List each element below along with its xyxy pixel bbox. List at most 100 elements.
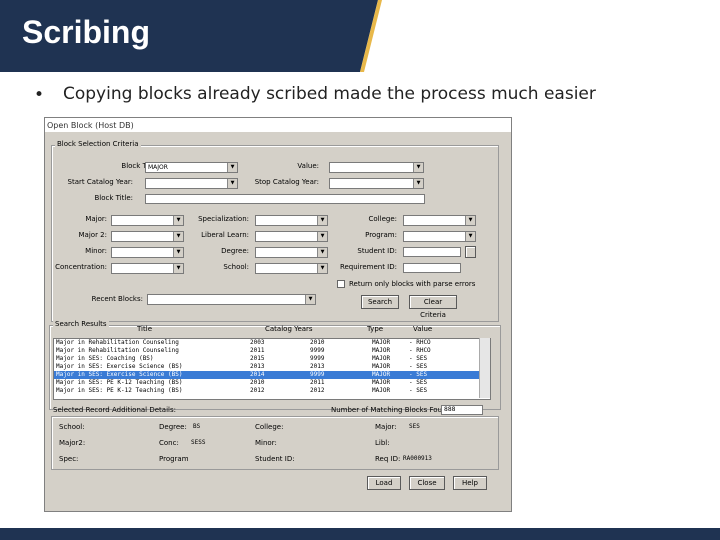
chevron-down-icon: ▼	[227, 163, 237, 172]
table-row[interactable]: Major in SES: PE K-12 Teaching (BS) 2010 2…	[54, 379, 490, 387]
start-year-label: Start Catalog Year:	[67, 178, 134, 186]
chevron-down-icon: ▼	[173, 216, 183, 225]
bullet-text: Copying blocks already scribed made the …	[63, 84, 596, 104]
major2-select[interactable]: ▼	[111, 231, 184, 242]
student-lookup-button[interactable]	[465, 246, 476, 258]
college-select[interactable]: ▼	[403, 215, 476, 226]
detail-degree-value: BS	[193, 423, 201, 430]
table-row[interactable]: Major in SES: Coaching (BS) 2015 9999 MAJOR…	[54, 355, 490, 363]
detail-req-id-value: RA000913	[403, 455, 432, 462]
results-group-label: Search Results	[53, 320, 109, 328]
help-button[interactable]: Help	[453, 476, 487, 490]
clear-criteria-button[interactable]: Clear Criteria	[409, 295, 457, 319]
value-label: Value:	[297, 162, 319, 170]
chevron-down-icon: ▼	[413, 163, 423, 172]
block-type-select[interactable]: MAJOR ▼	[145, 162, 238, 173]
detail-major-label: Major:	[375, 423, 397, 431]
detail-libl-label: Libl:	[375, 439, 390, 447]
detail-conc-label: Conc:	[159, 439, 179, 447]
header-value[interactable]: Value	[413, 325, 432, 333]
header-catalog-years[interactable]: Catalog Years	[265, 325, 313, 333]
requirement-id-input[interactable]	[403, 263, 461, 273]
title-banner: Scribing	[0, 0, 720, 72]
chevron-down-icon: ▼	[305, 295, 315, 304]
results-list[interactable]: Major in Rehabilitation Counseling 2003 20…	[53, 338, 491, 400]
parse-errors-label: Return only blocks with parse errors	[349, 280, 476, 288]
header-type[interactable]: Type	[367, 325, 383, 333]
recent-blocks-select[interactable]: ▼	[147, 294, 316, 305]
specialization-label: Specialization:	[198, 215, 249, 223]
chevron-down-icon: ▼	[173, 232, 183, 241]
chevron-down-icon: ▼	[317, 216, 327, 225]
slide-title: Scribing	[22, 14, 151, 50]
block-type-value: MAJOR	[148, 164, 168, 171]
chevron-down-icon: ▼	[173, 264, 183, 273]
program-label: Program:	[365, 231, 397, 239]
degree-select[interactable]: ▼	[255, 247, 328, 258]
value-select[interactable]: ▼	[329, 162, 424, 173]
table-row-selected[interactable]: Major in SES: Exercise Science (BS) 2014 9…	[54, 371, 490, 379]
table-row[interactable]: Major in Rehabilitation Counseling 2011 99…	[54, 347, 490, 355]
recent-blocks-label: Recent Blocks:	[91, 295, 143, 303]
detail-school-label: School:	[59, 423, 85, 431]
major2-label: Major 2:	[78, 231, 107, 239]
specialization-select[interactable]: ▼	[255, 215, 328, 226]
open-block-dialog: Open Block (Host DB) Block Selection Cri…	[44, 117, 512, 512]
minor-select[interactable]: ▼	[111, 247, 184, 258]
detail-spec-label: Spec:	[59, 455, 79, 463]
search-button[interactable]: Search	[361, 295, 399, 309]
bullet-icon: •	[34, 85, 45, 105]
detail-req-id-label: Req ID:	[375, 455, 401, 463]
chevron-down-icon: ▼	[173, 248, 183, 257]
major-label: Major:	[85, 215, 107, 223]
detail-minor-label: Minor:	[255, 439, 277, 447]
detail-program-label: Program	[159, 455, 189, 463]
chevron-down-icon: ▼	[413, 179, 423, 188]
concentration-select[interactable]: ▼	[111, 263, 184, 274]
selected-details-label: Selected Record Additional Details:	[53, 406, 176, 414]
concentration-label: Concentration:	[55, 263, 107, 271]
minor-label: Minor:	[85, 247, 107, 255]
detail-student-id-label: Student ID:	[255, 455, 295, 463]
detail-major2-label: Major2:	[59, 439, 86, 447]
criteria-group-label: Block Selection Criteria	[55, 140, 141, 148]
detail-major-value: SES	[409, 423, 420, 430]
table-row[interactable]: Major in SES: PE K-12 Teaching (BS) 2012 2…	[54, 387, 490, 395]
college-label: College:	[368, 215, 397, 223]
close-button[interactable]: Close	[409, 476, 445, 490]
load-button[interactable]: Load	[367, 476, 401, 490]
chevron-down-icon: ▼	[465, 216, 475, 225]
chevron-down-icon: ▼	[317, 232, 327, 241]
program-select[interactable]: ▼	[403, 231, 476, 242]
table-row[interactable]: Major in Rehabilitation Counseling 2003 20…	[54, 339, 490, 347]
results-scrollbar[interactable]	[479, 338, 490, 398]
header-title[interactable]: Title	[137, 325, 152, 333]
matching-count-label: Number of Matching Blocks Found:	[331, 406, 454, 414]
dialog-titlebar: Open Block (Host DB)	[45, 118, 511, 132]
block-title-input[interactable]	[145, 194, 425, 204]
major-select[interactable]: ▼	[111, 215, 184, 226]
matching-count-field: 888	[441, 405, 483, 415]
liberal-learn-label: Liberal Learn:	[201, 231, 249, 239]
school-label: School:	[223, 263, 249, 271]
table-row[interactable]: Major in SES: Exercise Science (BS) 2013 2…	[54, 363, 490, 371]
student-id-input[interactable]	[403, 247, 461, 257]
stop-year-label: Stop Catalog Year:	[254, 178, 319, 186]
detail-degree-label: Degree:	[159, 423, 187, 431]
detail-conc-value: SESS	[191, 439, 206, 446]
chevron-down-icon: ▼	[317, 248, 327, 257]
detail-college-label: College:	[255, 423, 284, 431]
chevron-down-icon: ▼	[227, 179, 237, 188]
school-select[interactable]: ▼	[255, 263, 328, 274]
chevron-down-icon: ▼	[465, 232, 475, 241]
requirement-id-label: Requirement ID:	[339, 263, 397, 271]
dialog-title: Open Block (Host DB)	[47, 121, 134, 130]
liberal-learn-select[interactable]: ▼	[255, 231, 328, 242]
degree-label: Degree:	[221, 247, 249, 255]
block-title-label: Block Title:	[94, 194, 133, 202]
start-year-select[interactable]: ▼	[145, 178, 238, 189]
footer-bar	[0, 528, 720, 540]
student-id-label: Student ID:	[357, 247, 397, 255]
stop-year-select[interactable]: ▼	[329, 178, 424, 189]
parse-errors-checkbox[interactable]	[337, 280, 345, 288]
